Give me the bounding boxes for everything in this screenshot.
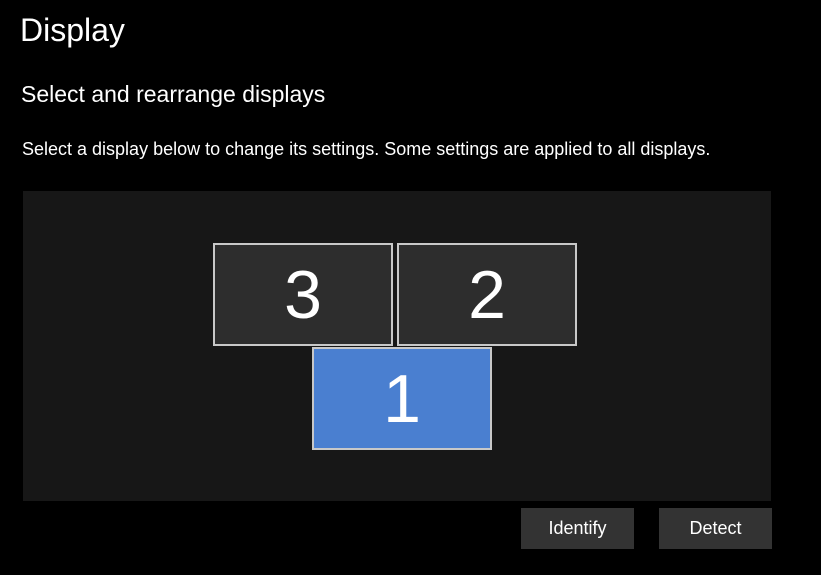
monitor-number: 1 [383, 360, 421, 437]
page-title: Display [20, 12, 125, 48]
display-arrangement-area[interactable]: 3 2 1 [23, 191, 771, 501]
display-settings-page: Display Select and rearrange displays Se… [0, 0, 821, 575]
identify-button[interactable]: Identify [521, 508, 634, 549]
detect-button[interactable]: Detect [659, 508, 772, 549]
monitor-1[interactable]: 1 [312, 347, 492, 450]
monitor-number: 3 [284, 256, 322, 333]
monitor-2[interactable]: 2 [397, 243, 577, 346]
description-text: Select a display below to change its set… [22, 139, 711, 159]
monitor-3[interactable]: 3 [213, 243, 393, 346]
section-title: Select and rearrange displays [21, 81, 326, 107]
monitor-number: 2 [468, 256, 506, 333]
